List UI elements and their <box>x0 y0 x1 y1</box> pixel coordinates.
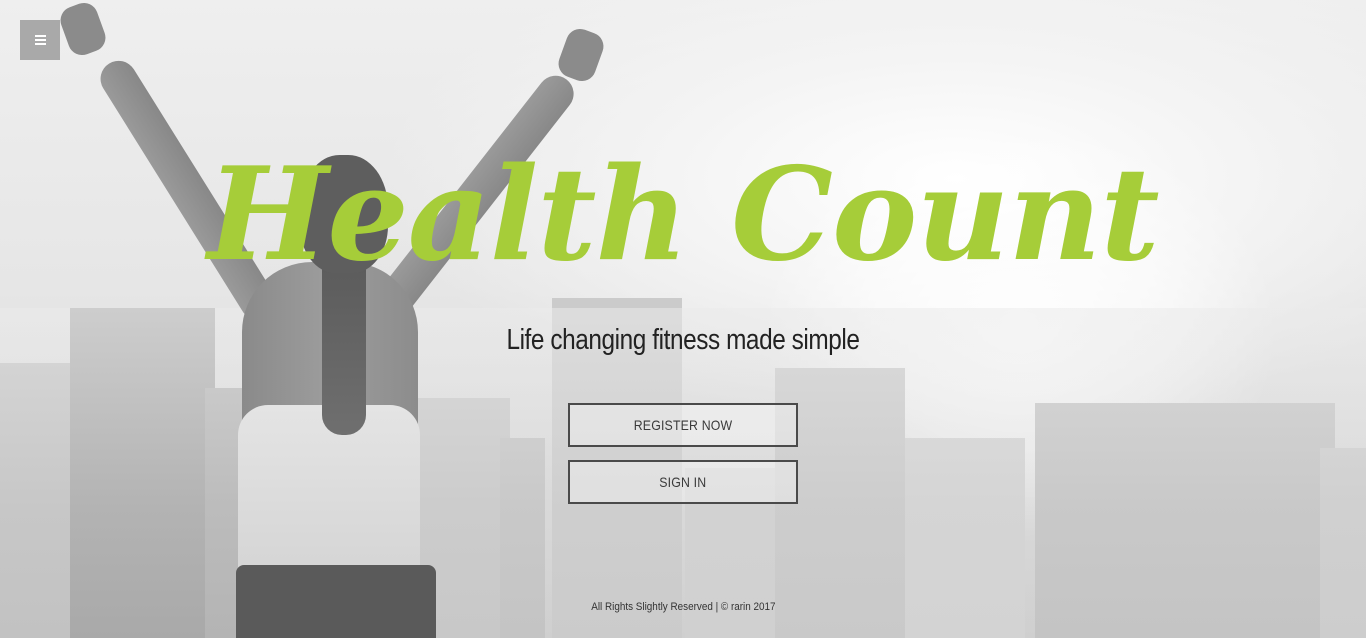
sign-in-button[interactable]: SIGN IN <box>568 460 798 504</box>
footer-copyright: All Rights Slightly Reserved | © rarin 2… <box>0 598 1366 616</box>
hero-title: Health Count <box>207 140 1159 290</box>
hamburger-menu-icon <box>34 33 46 47</box>
register-now-button[interactable]: REGISTER NOW <box>568 403 798 447</box>
sign-in-label: SIGN IN <box>659 474 707 490</box>
hero-background-image <box>0 0 1366 638</box>
background-woman-figure <box>0 0 1366 638</box>
woman-tank-top <box>238 405 420 585</box>
hero-tagline: Life changing fitness made simple <box>506 324 860 356</box>
register-now-label: REGISTER NOW <box>633 417 733 433</box>
menu-toggle-button[interactable] <box>20 20 60 60</box>
footer-copyright-text: All Rights Slightly Reserved | © rarin 2… <box>590 601 776 613</box>
woman-left-fist <box>56 0 110 59</box>
